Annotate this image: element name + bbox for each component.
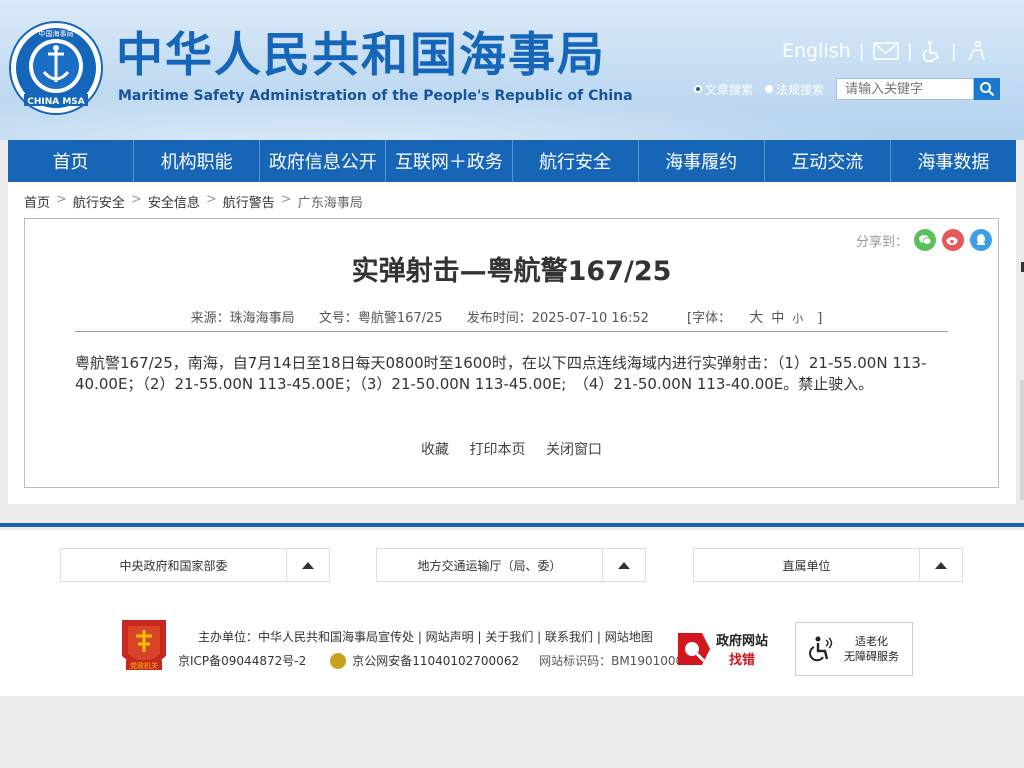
- police-record[interactable]: 京公网安备11040102700062: [352, 652, 519, 669]
- accessibility-service[interactable]: 适老化 无障碍服务: [795, 622, 913, 676]
- findbug-sublabel: 找错: [729, 653, 756, 668]
- footer-divider: [0, 523, 1024, 527]
- footer-host-links[interactable]: 主办单位：中华人民共和国海事局宣传处 | 网站声明 | 关于我们 | 联系我们 …: [198, 628, 653, 645]
- title-divider: [75, 331, 948, 332]
- breadcrumb-safety-info[interactable]: 安全信息: [148, 192, 200, 211]
- access-label: 适老化: [855, 635, 888, 648]
- nav-item-data[interactable]: 海事数据: [891, 140, 1016, 182]
- dropdown-toggle[interactable]: [286, 549, 329, 581]
- breadcrumb-separator: >: [280, 192, 292, 207]
- search-icon: [980, 82, 995, 97]
- breadcrumb-separator: >: [205, 192, 217, 207]
- police-badge-icon: [330, 652, 347, 669]
- font-small-button[interactable]: 小: [792, 312, 803, 325]
- nav-item-home[interactable]: 首页: [8, 140, 135, 182]
- top-links: English | | |: [782, 40, 987, 62]
- separator: |: [950, 40, 957, 62]
- mail-icon[interactable]: [872, 41, 899, 61]
- font-medium-button[interactable]: 中: [771, 311, 784, 326]
- nav-item-nav-safety[interactable]: 航行安全: [513, 140, 639, 182]
- triangle-up-icon: [935, 561, 947, 569]
- nav-item-internet-gov[interactable]: 互联网＋政务: [386, 140, 513, 182]
- main-content: 首页 > 航行安全 > 安全信息 > 航行警告 > 广东海事局 分享到： 实弹射…: [8, 182, 1016, 504]
- radio-dot-selected[interactable]: [694, 85, 702, 93]
- radio-law-search[interactable]: 法规搜索: [765, 81, 824, 98]
- icp-number[interactable]: 京ICP备09044872号-2: [178, 652, 306, 669]
- site-title: 中华人民共和国海事局: [116, 28, 606, 83]
- dropdown-label: 直属单位: [782, 558, 831, 573]
- qq-icon[interactable]: [970, 229, 992, 251]
- article-meta: 来源：珠海海事局 文号：粤航警167/25 发布时间：2025-07-10 16…: [25, 307, 998, 327]
- article-panel: 分享到： 实弹射击—粤航警167/25 来源：珠海海事局 文号：粤航警167/2…: [24, 218, 999, 488]
- print-button[interactable]: 打印本页: [470, 442, 526, 458]
- gov-site-findbug[interactable]: 政府网站 找错: [676, 626, 776, 672]
- article-actions: 收藏 打印本页 关闭窗口: [25, 439, 998, 459]
- party-gov-badge[interactable]: 党政机关: [118, 616, 170, 676]
- triangle-up-icon: [618, 561, 630, 569]
- search-button[interactable]: [974, 78, 1001, 100]
- nav-item-functions[interactable]: 机构职能: [134, 140, 261, 182]
- share-bar: 分享到：: [856, 229, 992, 251]
- breadcrumb-separator: >: [130, 192, 142, 207]
- font-large-button[interactable]: 大: [749, 310, 763, 326]
- radio-article-search[interactable]: 文章搜索: [694, 81, 753, 98]
- radio-law-label: 法规搜索: [776, 82, 825, 97]
- breadcrumb-current[interactable]: 广东海事局: [298, 192, 363, 211]
- dropdown-toggle[interactable]: [919, 549, 962, 581]
- nav-item-gov-info[interactable]: 政府信息公开: [260, 140, 387, 182]
- site-header: CHINA MSA 中国海事局 中华人民共和国海事局 Maritime Safe…: [0, 0, 1024, 140]
- findbug-label: 政府网站: [716, 634, 769, 649]
- breadcrumb-separator: >: [56, 192, 67, 207]
- search-input[interactable]: [836, 78, 975, 100]
- dropdown-toggle[interactable]: [602, 549, 645, 581]
- meta-source: 来源：珠海海事局: [190, 311, 295, 326]
- breadcrumb-nav-warning[interactable]: 航行警告: [223, 192, 275, 211]
- weibo-icon[interactable]: [942, 229, 964, 251]
- radio-dot[interactable]: [765, 85, 774, 93]
- breadcrumb-home[interactable]: 首页: [24, 192, 50, 211]
- wechat-icon[interactable]: [914, 229, 936, 251]
- separator: |: [906, 40, 913, 62]
- meta-doc-no: 文号：粤航警167/25: [318, 311, 443, 326]
- wheelchair-icon[interactable]: [921, 40, 943, 62]
- search-bar: 文章搜索 法规搜索: [694, 78, 1001, 100]
- dropdown-local-transport[interactable]: 地方交通运输厅（局、委）: [376, 548, 646, 582]
- triangle-up-icon: [302, 561, 314, 569]
- article-body: 粤航警167/25，南海，自7月14日至18日每天0800时至1600时，在以下…: [75, 354, 927, 393]
- logo-top-text: 中国海事局: [39, 29, 74, 38]
- meta-date: 发布时间：2025-07-10 16:52: [466, 311, 649, 326]
- dropdown-label: 中央政府和国家部委: [119, 558, 228, 573]
- footer-registration: 京ICP备09044872号-2 京公网安备11040102700062 网站标…: [178, 652, 691, 669]
- elderly-care-icon[interactable]: [965, 40, 987, 62]
- breadcrumb-nav-safety[interactable]: 航行安全: [73, 192, 125, 211]
- dropdown-direct-units[interactable]: 直属单位: [693, 548, 963, 582]
- font-size-control: [字体： 大中小]: [677, 310, 832, 326]
- article-title: 实弹射击—粤航警167/25: [351, 256, 672, 287]
- msa-logo[interactable]: CHINA MSA 中国海事局: [8, 20, 104, 116]
- site-subtitle: Maritime Safety Administration of the Pe…: [118, 88, 633, 104]
- accessibility-icon: [809, 636, 833, 662]
- main-nav: 首页 机构职能 政府信息公开 互联网＋政务 航行安全 海事履约 互动交流 海事数…: [8, 140, 1016, 182]
- badge-text: 党政机关: [130, 661, 158, 670]
- radio-article-label: 文章搜索: [705, 82, 754, 97]
- share-label: 分享到：: [855, 234, 908, 250]
- site-footer: 中央政府和国家部委 地方交通运输厅（局、委） 直属单位 党政机关 主办单位：中华…: [0, 530, 1024, 696]
- breadcrumb: 首页 > 航行安全 > 安全信息 > 航行警告 > 广东海事局: [24, 192, 363, 211]
- nav-item-interaction[interactable]: 互动交流: [765, 140, 891, 182]
- english-link[interactable]: English: [782, 40, 851, 62]
- findbug-logo-icon: [678, 633, 710, 665]
- logo-text: CHINA MSA: [27, 97, 85, 107]
- separator: |: [858, 40, 865, 62]
- site-id: 网站标识码：BM19010001: [539, 654, 691, 668]
- font-size-label-end: ]: [817, 311, 823, 326]
- dropdown-central-gov[interactable]: 中央政府和国家部委: [60, 548, 330, 582]
- font-size-label: [字体：: [687, 311, 732, 326]
- nav-item-compliance[interactable]: 海事履约: [639, 140, 765, 182]
- dropdown-label: 地方交通运输厅（局、委）: [417, 558, 562, 573]
- access-sublabel: 无障碍服务: [844, 650, 899, 663]
- favorite-button[interactable]: 收藏: [421, 442, 449, 458]
- scrollbar-thumb[interactable]: [1020, 380, 1024, 500]
- close-window-button[interactable]: 关闭窗口: [546, 442, 602, 458]
